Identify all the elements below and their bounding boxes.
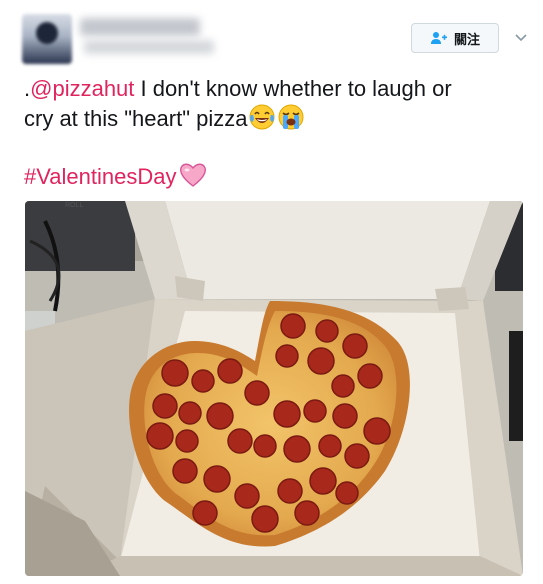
loudly-crying-emoji-icon xyxy=(277,104,305,138)
tweet-text-line1: I don't know whether to laugh or xyxy=(134,76,452,101)
tweet-text: .@pizzahut I don't know whether to laugh… xyxy=(24,74,524,138)
mention-link[interactable]: @pizzahut xyxy=(30,76,134,101)
pink-heart-emoji-icon xyxy=(178,162,208,196)
tweet-header: 關注 xyxy=(0,0,543,68)
username-blurred[interactable] xyxy=(84,40,214,54)
avatar[interactable] xyxy=(22,14,72,64)
hashtag-link[interactable]: #ValentinesDay xyxy=(24,164,176,189)
laughing-tears-emoji-icon xyxy=(249,104,275,138)
tweet-photo[interactable]: ROLL xyxy=(25,201,523,576)
follow-button[interactable]: 關注 xyxy=(411,23,499,53)
tweet-text-line2: cry at this "heart" pizza xyxy=(24,106,248,131)
follow-label: 關注 xyxy=(453,31,480,47)
add-user-icon xyxy=(430,31,448,45)
hashtag-line: #ValentinesDay xyxy=(24,162,208,196)
pizza-photo-illustration: ROLL xyxy=(25,201,523,576)
box-label: ROLL xyxy=(65,202,83,209)
chevron-down-icon xyxy=(515,29,527,47)
display-name-blurred[interactable] xyxy=(80,18,200,36)
more-options-caret[interactable] xyxy=(512,30,530,46)
